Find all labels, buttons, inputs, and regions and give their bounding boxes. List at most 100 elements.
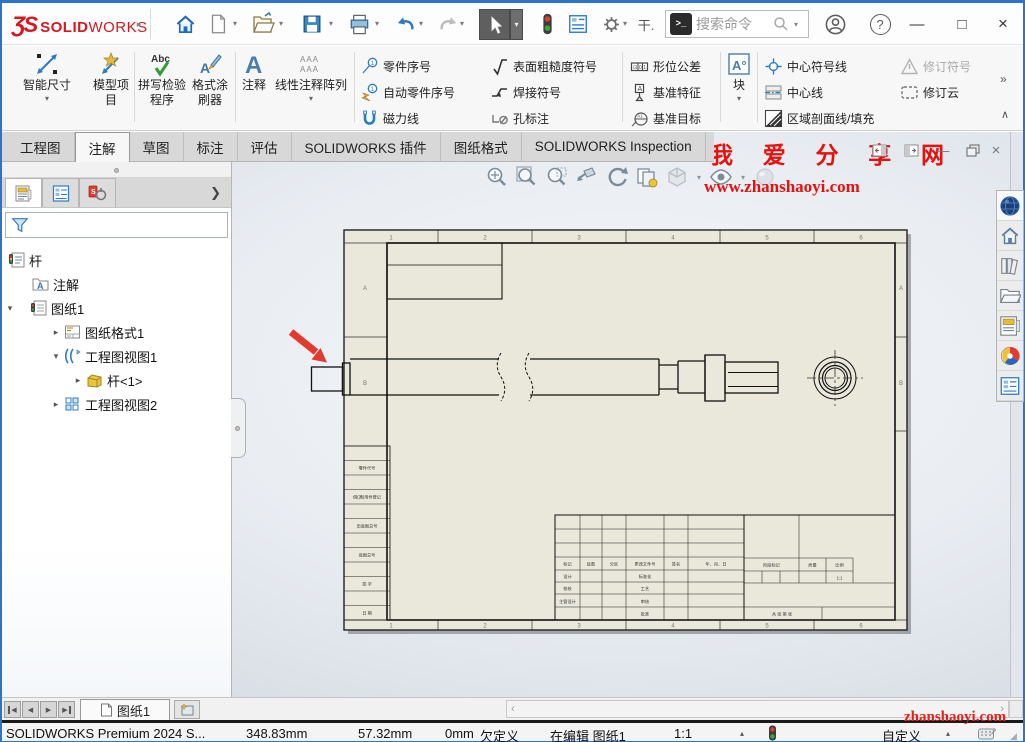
zoom-to-fit-button[interactable]	[484, 164, 510, 190]
hole-callout-button[interactable]: 孔标注	[490, 106, 549, 130]
panel-tabs-expand-arrow[interactable]: ❯	[210, 185, 221, 201]
new-document-button[interactable]	[205, 11, 231, 37]
design-library-tab[interactable]	[997, 251, 1023, 281]
smart-dimension-button[interactable]: 智能尺寸 ▾	[4, 48, 90, 128]
select-tool-caret[interactable]: ▾	[510, 9, 523, 40]
collapse-caret-icon[interactable]: ▾	[4, 303, 16, 314]
design-library-home-tab[interactable]	[997, 221, 1023, 251]
revision-symbol-button[interactable]: 修订符号	[900, 54, 971, 78]
command-manager-button[interactable]	[565, 11, 591, 37]
sheet1-tab[interactable]: 图纸1	[80, 699, 170, 720]
area-hatch-button[interactable]: 区域剖面线/填充	[764, 106, 874, 130]
geometric-tolerance-button[interactable]: ⊡0.1 形位公差	[630, 54, 701, 78]
last-sheet-button[interactable]: ▶	[58, 701, 75, 718]
tab-markup[interactable]: 标注	[184, 132, 238, 161]
block-button[interactable]: A° 块 ▾	[723, 48, 755, 128]
previous-sheet-button[interactable]: ◀	[22, 701, 39, 718]
tab-inspection[interactable]: SOLIDWORKS Inspection	[522, 132, 706, 161]
tree-drawing-view1-item[interactable]: ▾ 工程图视图1	[50, 344, 157, 368]
expand-caret-icon[interactable]: ▸	[50, 327, 62, 338]
ribbon-overflow-button[interactable]: »	[1000, 72, 1007, 86]
auto-balloon-button[interactable]: 1 自动零件序号	[360, 80, 455, 104]
print-caret[interactable]: ▾	[375, 19, 379, 28]
tree-filter[interactable]	[5, 212, 228, 238]
account-button[interactable]	[822, 11, 848, 37]
revision-cloud-button[interactable]: 修订云	[900, 80, 959, 104]
tab-sheet-format[interactable]: 图纸格式	[441, 132, 522, 161]
tree-annotations-item[interactable]: A 注解	[30, 272, 79, 296]
open-button[interactable]	[250, 11, 276, 37]
close-document-button[interactable]: ×	[985, 141, 1007, 159]
search-magnifier-icon[interactable]	[772, 15, 790, 33]
print-button[interactable]	[346, 11, 372, 37]
smart-dimension-caret[interactable]: ▾	[4, 94, 90, 103]
spell-checker-button[interactable]: Abc 拼写检验程序	[137, 48, 187, 128]
minimize-document-button[interactable]: —	[932, 141, 954, 159]
tab-annotation[interactable]: 注解	[75, 132, 130, 162]
units-caret[interactable]: ▴	[946, 729, 950, 738]
zoom-to-sheet-button[interactable]	[514, 164, 540, 190]
help-button[interactable]: ?	[867, 11, 893, 37]
panel-splitter[interactable]	[2, 162, 231, 178]
status-sheet-scale[interactable]: 1:1	[674, 726, 692, 741]
tab-property-manager[interactable]	[42, 178, 79, 207]
appearances-tab[interactable]	[997, 341, 1023, 371]
restore-document-button[interactable]	[962, 141, 984, 159]
sheet-properties-button[interactable]	[634, 164, 660, 190]
centerline-button[interactable]: 中心线	[764, 80, 823, 104]
datum-target-button[interactable]: A1 基准目标	[630, 106, 701, 130]
redo-caret[interactable]: ▾	[460, 19, 464, 28]
tree-root-item[interactable]: 杆	[6, 248, 42, 272]
close-window-button[interactable]: ×	[988, 9, 1018, 39]
options-caret[interactable]: ▾	[623, 19, 627, 28]
resources-tab[interactable]	[997, 191, 1023, 221]
expand-caret-icon[interactable]: ▸	[72, 375, 84, 386]
display-style-button[interactable]	[664, 164, 690, 190]
display-style-caret[interactable]: ▾	[694, 173, 704, 182]
collapse-caret-icon[interactable]: ▾	[50, 351, 62, 362]
surface-finish-button[interactable]: 表面粗糙度符号	[490, 54, 597, 78]
datum-feature-button[interactable]: A 基准特征	[630, 80, 701, 104]
note-button[interactable]: A 注释	[238, 48, 270, 128]
redo-button[interactable]	[435, 11, 461, 37]
redraw-button[interactable]	[604, 164, 630, 190]
scale-caret[interactable]: ▴	[740, 729, 744, 738]
save-caret[interactable]: ▾	[329, 19, 333, 28]
add-sheet-button[interactable]	[174, 700, 200, 719]
panel-collapse-handle[interactable]	[231, 398, 246, 458]
tree-sheet1-item[interactable]: ▾ 图纸1	[4, 296, 84, 320]
balloon-button[interactable]: 1 零件序号	[360, 54, 431, 78]
search-input[interactable]	[696, 16, 772, 32]
undo-button[interactable]	[392, 11, 418, 37]
scroll-left-arrow[interactable]: ‹	[511, 703, 515, 715]
next-pane-button[interactable]	[900, 141, 922, 159]
home-button[interactable]	[172, 11, 198, 37]
previous-pane-button[interactable]	[868, 141, 890, 159]
linear-note-pattern-button[interactable]: AAAAAA 线性注释阵列 ▾	[270, 48, 352, 128]
undo-caret[interactable]: ▾	[419, 19, 423, 28]
first-sheet-button[interactable]: ◀	[4, 701, 21, 718]
options-button[interactable]	[598, 11, 624, 37]
expand-caret-icon[interactable]: ▸	[50, 399, 62, 410]
weld-symbol-button[interactable]: 焊接符号	[490, 80, 561, 104]
tab-addins[interactable]: SOLIDWORKS 插件	[292, 132, 441, 161]
tab-sketch[interactable]: 草图	[130, 132, 184, 161]
logo-flyout-arrow[interactable]: ▸	[132, 11, 146, 37]
graphics-area[interactable]: 1 2 3 4 5 6 1 2 3 4 5 6 A A B	[232, 132, 1010, 697]
file-explorer-tab[interactable]	[997, 281, 1023, 311]
custom-properties-tab[interactable]	[997, 371, 1023, 401]
search-caret[interactable]: ▾	[790, 20, 802, 29]
previous-view-button[interactable]	[574, 164, 600, 190]
select-tool-button[interactable]	[479, 9, 510, 40]
open-caret[interactable]: ▾	[279, 19, 283, 28]
tree-part1-item[interactable]: ▸ 杆<1>	[72, 368, 142, 392]
tab-feature-manager[interactable]	[5, 178, 42, 207]
save-button[interactable]	[299, 11, 325, 37]
tree-sheet-format1-item[interactable]: ▸ 图纸格式1	[50, 320, 144, 344]
format-painter-button[interactable]: A 格式涂刷器	[187, 48, 233, 128]
magnetic-line-button[interactable]: 磁力线	[360, 106, 419, 130]
linear-note-pattern-caret[interactable]: ▾	[270, 94, 352, 103]
tab-configurations[interactable]: S	[79, 178, 116, 207]
tab-evaluate[interactable]: 评估	[238, 132, 292, 161]
next-sheet-button[interactable]: ▶	[40, 701, 57, 718]
